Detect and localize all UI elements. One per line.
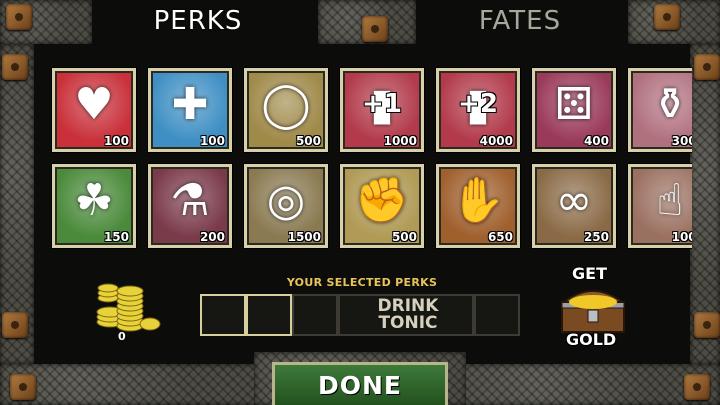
rivet: [654, 4, 680, 30]
rivet: [6, 4, 32, 30]
perk-tile[interactable]: ⚗ 200: [148, 164, 232, 248]
perk-cost: 150: [103, 230, 129, 244]
gold-ring-icon: ◯: [261, 79, 311, 130]
get-gold-label-bottom: GOLD: [566, 330, 617, 349]
perk-tile[interactable]: ☝ 1000: [628, 164, 692, 248]
get-gold-label-top: GET: [572, 264, 607, 283]
perk-cost: 100: [199, 134, 225, 148]
perk-cost: 500: [391, 230, 417, 244]
potion-vials-icon: ⚗: [170, 175, 210, 226]
potion-bottle-icon: ⚱: [651, 79, 689, 130]
rivet: [10, 374, 36, 400]
perk-slot[interactable]: [474, 294, 520, 336]
perk-tile[interactable]: ✚ 100: [148, 68, 232, 152]
perk-tile[interactable]: ⚄ 400: [532, 68, 616, 152]
gold-coins-icon: [92, 276, 162, 336]
rivet: [694, 54, 720, 80]
perk-overlay-label: +1: [362, 89, 402, 119]
perk-slot[interactable]: [292, 294, 338, 336]
rivet: [694, 312, 720, 338]
perk-cost: 3000: [671, 134, 692, 148]
blue-plus-orb-icon: ✚: [171, 79, 209, 130]
perks-screen: PERKS FATES ♥ 100 ✚ 100 ◯ 500 ▮ +1 1000 ▮ +2 4000 ⚄ 4…: [0, 0, 720, 405]
perk-slot[interactable]: [246, 294, 292, 336]
frame-bottom-right: [462, 364, 720, 405]
infinity-icon: ∞: [555, 175, 593, 226]
perk-tile[interactable]: ◯ 500: [244, 68, 328, 152]
perk-tile[interactable]: ☘ 150: [52, 164, 136, 248]
perk-tile[interactable]: ▮ +1 1000: [340, 68, 424, 152]
silver-ring-icon: ◎: [266, 175, 306, 226]
tab-perks[interactable]: PERKS: [118, 4, 278, 38]
rivet: [362, 16, 388, 42]
rivet: [2, 54, 28, 80]
perk-cost: 1000: [383, 134, 417, 148]
perk-cost: 500: [295, 134, 321, 148]
perk-cost: 1000: [671, 230, 692, 244]
perk-cost: 650: [487, 230, 513, 244]
perk-tile[interactable]: ◎ 1500: [244, 164, 328, 248]
perk-cost: 4000: [479, 134, 513, 148]
get-gold-button[interactable]: GET GOLD: [548, 262, 638, 354]
perk-cost: 1500: [287, 230, 321, 244]
selected-perks-title: YOUR SELECTED PERKS: [286, 276, 438, 289]
done-button[interactable]: DONE: [272, 362, 448, 405]
perk-tile[interactable]: ∞ 250: [532, 164, 616, 248]
perk-overlay-label: +2: [458, 89, 498, 119]
perk-cost: 200: [199, 230, 225, 244]
selected-perk-drink-tonic: DRINK TONIC: [377, 296, 439, 333]
perk-tile[interactable]: ⚱ 3000: [628, 68, 692, 152]
raised-hand-icon: ☝: [656, 175, 684, 226]
perk-tile[interactable]: ▮ +2 4000: [436, 68, 520, 152]
fist-icon: ✊: [354, 175, 410, 226]
frame-bottom-left: [0, 364, 258, 405]
perk-cost: 100: [103, 134, 129, 148]
gold-amount: 0: [118, 330, 126, 343]
dice-icon: ⚄: [554, 79, 594, 130]
perk-slot[interactable]: [200, 294, 246, 336]
perk-tile[interactable]: ✊ 500: [340, 164, 424, 248]
open-hand-icon: ✋: [450, 175, 506, 226]
tab-fates[interactable]: FATES: [440, 4, 600, 38]
perk-grid: ♥100✚100◯500▮+11000▮+24000⚄400⚱3000☘150⚗…: [50, 66, 692, 258]
perk-cost: 400: [583, 134, 609, 148]
heart-plus-icon: ♥: [74, 79, 114, 130]
perk-tile[interactable]: ✋ 650: [436, 164, 520, 248]
rivet: [2, 312, 28, 338]
footprint-icon: ☘: [74, 175, 114, 226]
perk-cost: 250: [583, 230, 609, 244]
perk-tile[interactable]: ♥ 100: [52, 68, 136, 152]
rivet: [684, 374, 710, 400]
